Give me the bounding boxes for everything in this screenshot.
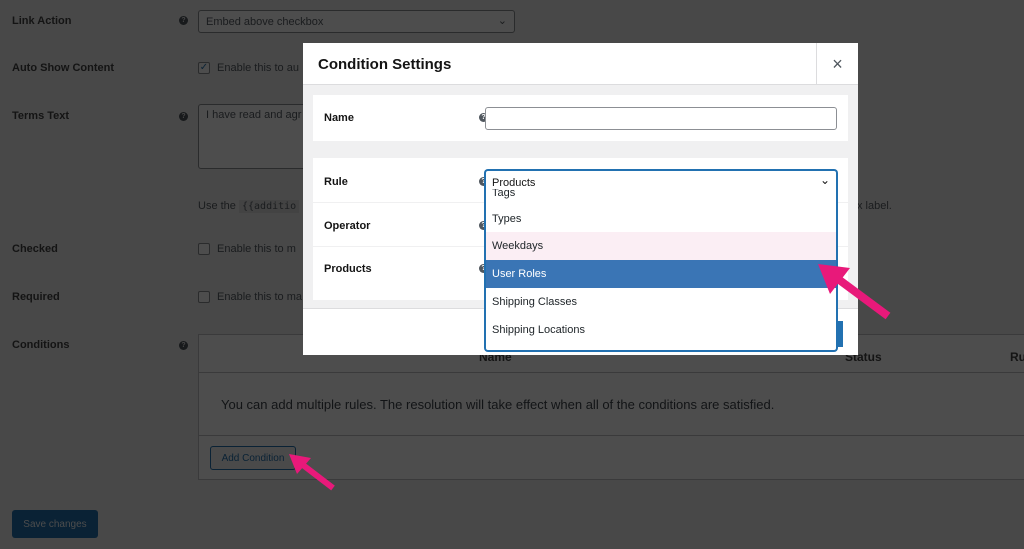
auto-show-checkbox[interactable]: ✓ <box>198 62 210 74</box>
arrow-annotation <box>289 454 335 491</box>
rule-options: Tags Types Weekdays User Roles Shipping … <box>486 189 836 351</box>
required-text: Enable this to ma <box>217 291 302 303</box>
terms-hint-end: x label. <box>857 200 892 212</box>
arrow-annotation <box>818 264 891 320</box>
column-rule: Ru <box>1010 350 1024 364</box>
operator-label: Operator <box>324 220 371 232</box>
rule-select[interactable]: Products ⌄ Tags Types Weekdays User Role… <box>485 170 837 351</box>
modal-title: Condition Settings <box>318 56 452 73</box>
condition-settings-modal: Condition Settings × Name ? Rule ? Opera… <box>303 43 858 355</box>
hint-code: {{additio <box>238 200 300 213</box>
checked-checkbox[interactable] <box>198 243 210 255</box>
required-label: Required <box>12 291 60 303</box>
save-changes-button[interactable]: Save changes <box>12 510 98 538</box>
products-label: Products <box>324 263 372 275</box>
link-action-value: Embed above checkbox <box>206 16 324 28</box>
help-icon[interactable]: ? <box>179 112 188 121</box>
terms-hint: Use the {{additio <box>198 200 300 213</box>
name-row: Name ? <box>313 95 848 141</box>
option-shipping-classes[interactable]: Shipping Classes <box>486 288 836 316</box>
option-shipping-locations[interactable]: Shipping Locations <box>486 316 836 344</box>
option-user-roles[interactable]: User Roles <box>486 260 836 288</box>
checked-label: Checked <box>12 243 58 255</box>
auto-show-label: Auto Show Content <box>12 62 115 74</box>
option-weekdays[interactable]: Weekdays <box>486 232 836 260</box>
link-action-select[interactable]: Embed above checkbox ⌄ <box>198 10 515 33</box>
terms-label: Terms Text <box>12 110 70 122</box>
link-action-label: Link Action <box>12 15 72 27</box>
chevron-down-icon: ⌄ <box>497 15 507 27</box>
close-icon[interactable]: × <box>816 43 858 85</box>
required-checkbox[interactable] <box>198 291 210 303</box>
rule-label: Rule <box>324 176 348 188</box>
terms-value: I have read and agr <box>206 109 302 121</box>
rule-select-value: Products <box>492 177 536 189</box>
help-icon[interactable]: ? <box>179 16 188 25</box>
name-input[interactable] <box>485 107 837 130</box>
empty-message: You can add multiple rules. The resoluti… <box>221 397 775 412</box>
checked-text: Enable this to m <box>217 243 296 255</box>
modal-header: Condition Settings × <box>303 43 858 85</box>
add-condition-button[interactable]: Add Condition <box>210 446 296 470</box>
auto-show-text: Enable this to au <box>217 62 299 74</box>
conditions-label: Conditions <box>12 339 70 351</box>
hint-prefix: Use the <box>198 200 236 212</box>
chevron-down-icon: ⌄ <box>819 173 830 187</box>
name-label: Name <box>324 112 354 124</box>
option-types[interactable]: Types <box>486 205 836 233</box>
help-icon[interactable]: ? <box>179 341 188 350</box>
